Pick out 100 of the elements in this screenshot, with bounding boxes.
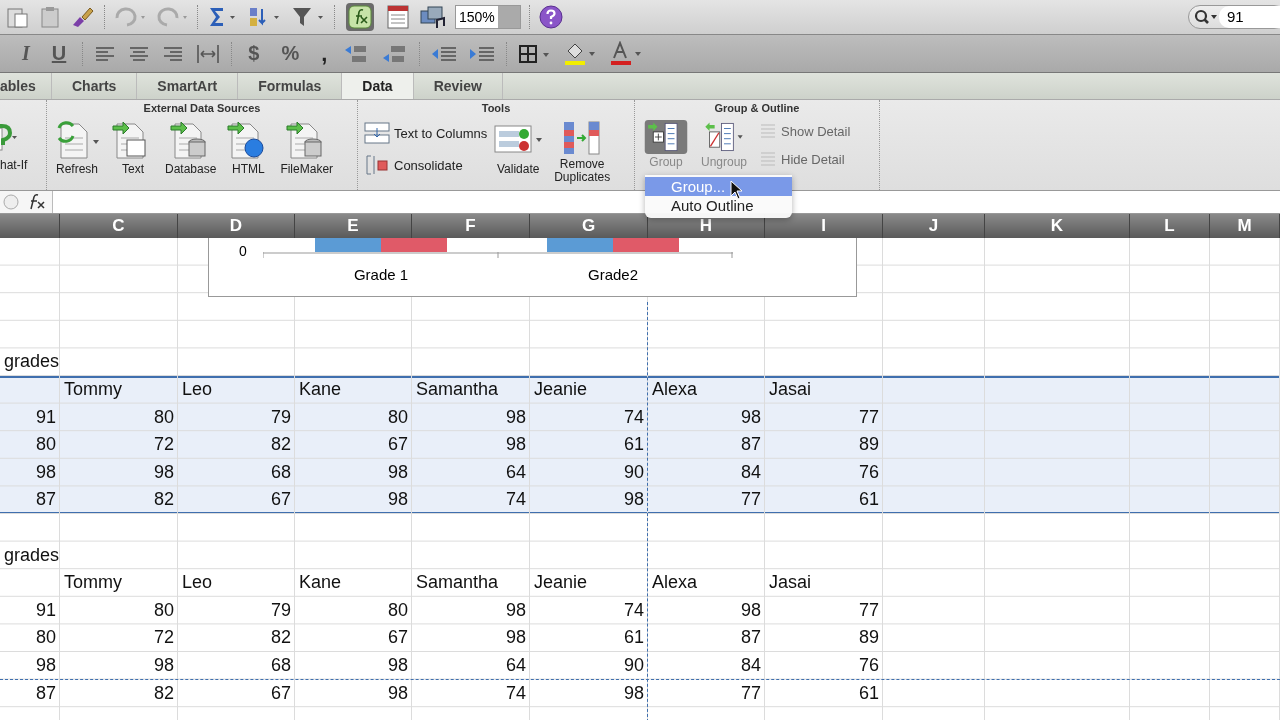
ribbon-tab[interactable]: SmartArt — [137, 73, 239, 99]
cell-text: 77 — [857, 405, 880, 429]
cell-text: 79 — [269, 598, 292, 622]
currency-button[interactable]: $ — [242, 42, 266, 65]
cell-text: 61 — [857, 681, 880, 705]
axis-label: Grade2 — [586, 266, 639, 283]
cell-text: 68 — [269, 460, 292, 484]
cell-text: Samantha — [415, 378, 500, 401]
underline-button[interactable]: U — [45, 42, 73, 65]
cell-text: 67 — [269, 681, 292, 705]
consolidate-button[interactable]: Consolidate — [364, 154, 488, 176]
comma-button[interactable]: , — [315, 40, 334, 67]
brush-icon[interactable] — [70, 5, 96, 29]
filemaker-button[interactable]: FileMaker — [280, 120, 334, 176]
chart-bar — [315, 238, 381, 252]
cell-text: 98 — [622, 488, 645, 512]
cell-text: 80 — [152, 405, 175, 429]
cell-text: 87 — [34, 488, 57, 512]
cell-text: 98 — [34, 460, 57, 484]
media-icon[interactable] — [419, 4, 447, 30]
text-to-columns-button[interactable]: Text to Columns — [364, 122, 488, 144]
cell-text: 98 — [504, 598, 527, 622]
ribbon-tab[interactable]: Review — [413, 73, 503, 99]
text-import-button[interactable]: Text — [109, 120, 157, 176]
cell-text: 98 — [386, 653, 409, 677]
hide-detail-button[interactable]: Hide Detail — [757, 150, 851, 168]
show-detail-button[interactable]: Show Detail — [757, 122, 851, 140]
menu-item[interactable]: Auto Outline — [645, 196, 792, 215]
group-title: External Data Sources — [142, 101, 262, 116]
cell-text: 98 — [386, 460, 409, 484]
cell-text: 98 — [386, 681, 409, 705]
split-icon — [364, 122, 390, 144]
cell-text: Alexa — [651, 378, 699, 401]
chart-bar — [381, 238, 447, 252]
column-header[interactable]: L — [1130, 214, 1210, 238]
column-header[interactable]: K — [985, 214, 1130, 238]
cell-text: 80 — [386, 598, 409, 622]
cell-text: 98 — [34, 653, 57, 677]
html-button[interactable]: HTML — [224, 120, 273, 176]
ribbon-tab[interactable]: Data — [342, 73, 414, 99]
cell-text: Kane — [298, 378, 343, 401]
cell-text: 64 — [504, 653, 527, 677]
cell-text: Tommy — [63, 571, 123, 595]
cell-text: 98 — [386, 488, 409, 512]
cell-text: Leo — [181, 571, 214, 595]
wrap-text-icon[interactable] — [195, 42, 222, 65]
cell-text: Jeanie — [533, 571, 589, 595]
gallery-icon[interactable] — [385, 4, 411, 30]
cell-text: 98 — [739, 598, 762, 622]
column-header[interactable]: J — [883, 214, 985, 238]
cell-text: Jasai — [768, 378, 813, 401]
cell-text: Samantha — [415, 571, 500, 595]
cell-text: 98 — [504, 433, 527, 457]
cell-text: 61 — [857, 488, 880, 512]
refresh-button[interactable]: Refresh — [53, 120, 101, 176]
percent-button[interactable]: % — [275, 42, 306, 65]
database-button[interactable]: Database — [165, 120, 217, 176]
clipboard-icon[interactable] — [38, 5, 62, 29]
search-field[interactable]: 91 — [1188, 5, 1280, 29]
cell-text: 89 — [857, 626, 880, 650]
cell-text: 82 — [269, 433, 292, 457]
validate-button[interactable]: Validate — [493, 120, 544, 176]
cell-text: 98 — [622, 681, 645, 705]
column-header[interactable]: M — [1210, 214, 1280, 238]
cell-text: Leo — [181, 378, 214, 401]
cell-text: 80 — [34, 433, 57, 457]
cell-text: 91 — [34, 598, 57, 622]
chart-bar — [547, 238, 613, 252]
what-if-button[interactable]: hat-If — [0, 120, 28, 172]
cell-text: 98 — [739, 405, 762, 429]
cell-text: 77 — [857, 598, 880, 622]
function-icon[interactable] — [345, 2, 375, 32]
cell-text: 77 — [739, 488, 762, 512]
help-icon[interactable] — [538, 4, 564, 30]
remove-duplicates-button[interactable]: Remove Duplicates — [549, 120, 616, 184]
cell-text: 89 — [857, 433, 880, 457]
italic-button[interactable]: I — [16, 42, 36, 65]
cell-text: 90 — [622, 460, 645, 484]
cell-text: 80 — [386, 405, 409, 429]
column-header[interactable]: C — [60, 214, 178, 238]
axis-label: Grade 1 — [352, 266, 410, 283]
cell-text: Alexa — [651, 571, 699, 595]
filter-icon[interactable] — [290, 5, 326, 29]
ribbon-tab[interactable]: Charts — [52, 73, 138, 99]
cell-text: 72 — [152, 626, 175, 650]
cell-text: 64 — [504, 460, 527, 484]
group-title: Group & Outline — [713, 101, 801, 116]
zoom-field[interactable]: 150% — [455, 5, 521, 29]
cell-text: 74 — [504, 488, 527, 512]
cell-text: Kane — [298, 571, 343, 595]
cell-text: 61 — [622, 626, 645, 650]
cell-text: grades — [3, 350, 60, 374]
cell-text: grades — [3, 543, 60, 567]
paste-icon[interactable] — [6, 5, 30, 29]
cursor-icon — [730, 180, 744, 200]
cell-text: 74 — [622, 405, 645, 429]
cell-text: 67 — [269, 488, 292, 512]
cell-text: 82 — [152, 488, 175, 512]
ribbon-tab[interactable]: ables — [0, 73, 52, 99]
cell-text: 72 — [152, 433, 175, 457]
